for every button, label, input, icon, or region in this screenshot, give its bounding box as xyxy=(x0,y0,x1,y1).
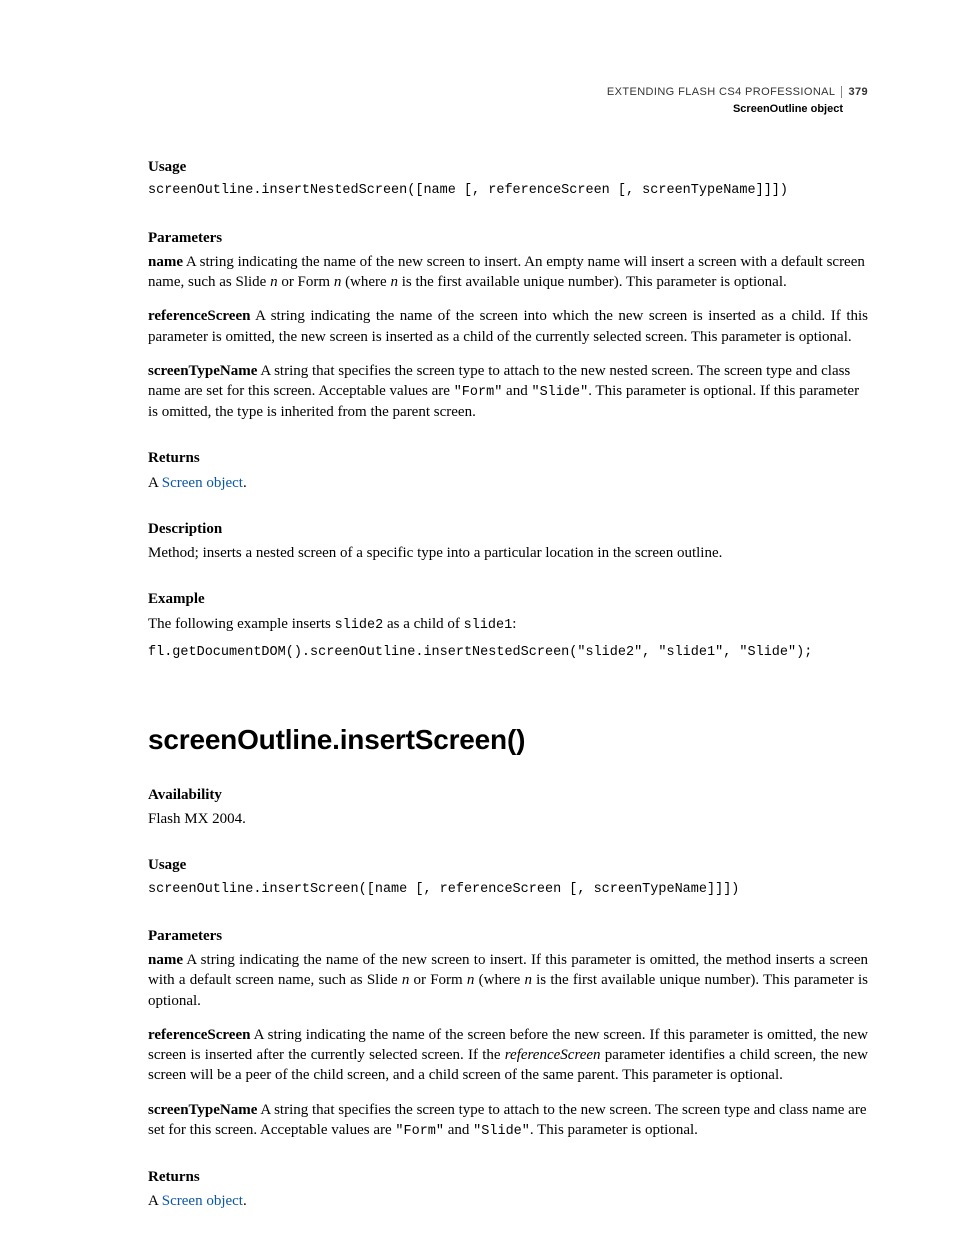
code-slide1: slide1 xyxy=(464,618,513,633)
returns-text: A Screen object. xyxy=(148,473,868,493)
usage-code: screenOutline.insertNestedScreen([name [… xyxy=(148,181,868,201)
code-slide: "Slide" xyxy=(473,1124,530,1139)
code-form: "Form" xyxy=(454,385,503,400)
example-heading: Example xyxy=(148,589,868,609)
parameters-heading: Parameters xyxy=(148,228,868,248)
code-slide2: slide2 xyxy=(335,618,384,633)
param-screentypename: screenTypeName A string that specifies t… xyxy=(148,361,868,423)
description-heading: Description xyxy=(148,519,868,539)
running-header: EXTENDING FLASH CS4 PROFESSIONAL 379 Scre… xyxy=(607,85,868,117)
method-title: screenOutline.insertScreen() xyxy=(148,721,868,759)
book-title: EXTENDING FLASH CS4 PROFESSIONAL xyxy=(607,86,836,98)
content: Usage screenOutline.insertNestedScreen([… xyxy=(148,157,868,1212)
param-referencescreen: referenceScreen A string indicating the … xyxy=(148,306,868,347)
var-n: n xyxy=(524,972,532,988)
param-stn-label: screenTypeName xyxy=(148,1102,257,1118)
screen-object-link[interactable]: Screen object xyxy=(162,1193,243,1209)
header-section: ScreenOutline object xyxy=(607,102,868,117)
returns-heading: Returns xyxy=(148,448,868,468)
returns-heading: Returns xyxy=(148,1167,868,1187)
text: and xyxy=(444,1122,473,1138)
param-name-label: name xyxy=(148,254,183,270)
code-slide: "Slide" xyxy=(531,385,588,400)
var-n: n xyxy=(270,274,278,290)
text: A xyxy=(148,1193,162,1209)
usage-code: screenOutline.insertScreen([name [, refe… xyxy=(148,880,868,900)
text: . xyxy=(243,475,247,491)
param-name-label: name xyxy=(148,952,183,968)
text: . This parameter is optional. xyxy=(530,1122,698,1138)
param-referencescreen: referenceScreen A string indicating the … xyxy=(148,1025,868,1086)
text: (where xyxy=(341,274,390,290)
example-text: The following example inserts slide2 as … xyxy=(148,614,868,635)
text: as a child of xyxy=(383,616,463,632)
text: : xyxy=(512,616,516,632)
availability-heading: Availability xyxy=(148,785,868,805)
param-ref-label: referenceScreen xyxy=(148,1027,250,1043)
var-n: n xyxy=(390,274,398,290)
param-name: name A string indicating the name of the… xyxy=(148,252,868,293)
screen-object-link[interactable]: Screen object xyxy=(162,475,243,491)
usage-heading: Usage xyxy=(148,855,868,875)
param-screentypename: screenTypeName A string that specifies t… xyxy=(148,1100,868,1141)
text: The following example inserts xyxy=(148,616,335,632)
text: is the first available unique number). T… xyxy=(398,274,787,290)
code-form: "Form" xyxy=(395,1124,444,1139)
usage-heading: Usage xyxy=(148,157,868,177)
text: or Form xyxy=(409,972,467,988)
returns-text: A Screen object. xyxy=(148,1191,868,1211)
ref-italic: referenceScreen xyxy=(505,1047,601,1063)
param-name: name A string indicating the name of the… xyxy=(148,950,868,1011)
page-container: EXTENDING FLASH CS4 PROFESSIONAL 379 Scre… xyxy=(148,85,868,1212)
page-number: 379 xyxy=(841,86,868,98)
header-line1: EXTENDING FLASH CS4 PROFESSIONAL 379 xyxy=(607,85,868,100)
description-text: Method; inserts a nested screen of a spe… xyxy=(148,543,868,563)
param-ref-label: referenceScreen xyxy=(148,308,250,324)
text: (where xyxy=(474,972,524,988)
text: A string indicating the name of the scre… xyxy=(148,308,868,344)
example-code: fl.getDocumentDOM().screenOutline.insert… xyxy=(148,643,868,663)
param-stn-label: screenTypeName xyxy=(148,363,257,379)
availability-text: Flash MX 2004. xyxy=(148,809,868,829)
text: . xyxy=(243,1193,247,1209)
text: A xyxy=(148,475,162,491)
text: and xyxy=(502,383,531,399)
parameters-heading: Parameters xyxy=(148,926,868,946)
text: or Form xyxy=(278,274,334,290)
